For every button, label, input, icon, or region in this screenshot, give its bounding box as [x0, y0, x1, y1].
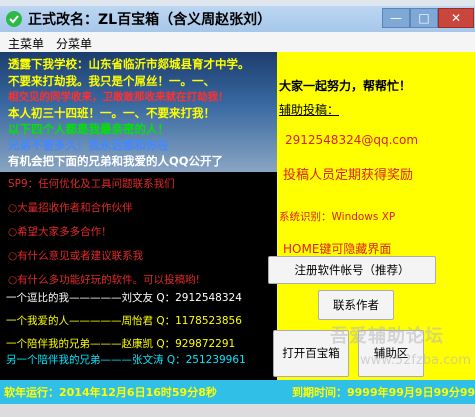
info-line: 以下四个人都是我最亲密的人！	[8, 122, 169, 136]
notice-item: ○希望大家多多合作！	[8, 226, 112, 238]
expire-time-text: 到期时间：9999年99月9日99分99	[292, 386, 475, 399]
window-bottom-edge	[0, 404, 475, 417]
friend-line: 一个陪伴我的兄弟———赵康凯 Q：929872291	[6, 338, 236, 350]
watermark-url: www.52fzba.com	[360, 353, 471, 368]
notice-item: ○有什么多功能好玩的软件。可以投稿哟!	[8, 274, 200, 286]
menu-main[interactable]: 主菜单	[8, 35, 44, 52]
status-bar: 软年运行：2014年12月6日16时59分8秒 到期时间：9999年99月9日9…	[0, 380, 475, 404]
contact-email[interactable]: 2912548324@qq.com	[285, 133, 418, 147]
app-logo-icon	[6, 11, 22, 27]
menu-bar: 主菜单 分菜单	[0, 32, 475, 52]
contact-author-button[interactable]: 联系作者	[318, 290, 394, 320]
forum-watermark: 吾爱辅助论坛	[330, 326, 444, 347]
slogan-text: 大家一起努力，帮帮忙！	[279, 79, 412, 93]
info-line: 兄弟不管多久！我永远都和你在	[8, 138, 169, 152]
hotkey-hint: HOME键可隐藏界面	[283, 242, 392, 256]
close-button[interactable]: ✕	[438, 8, 474, 28]
info-line: 不要来打劫我。我只是个屌丝！一。一、	[8, 74, 215, 88]
info-panel: 透露下我学校：山东省临沂市郯城县育才中学。 不要来打劫我。我只是个屌丝！一。一、…	[0, 52, 277, 380]
notice-item: ○大量招收作者和合作伙伴	[8, 202, 133, 214]
notice-item: SP9：任何优化及工具问题联系我们	[8, 178, 175, 190]
notice-item: ○有什么意见或者建议联系我	[8, 250, 144, 262]
contribute-label: 辅助投稿：	[279, 103, 340, 117]
info-line: 相交见的同学收来，卫敢敢那收来就在打劫我！	[8, 91, 229, 103]
window-title: 正式改名：ZL百宝箱（含义周赵张刘）	[28, 12, 272, 28]
menu-sub[interactable]: 分菜单	[56, 35, 92, 52]
register-account-button[interactable]: 注册软件帐号（推荐）	[268, 256, 436, 284]
info-line: 透露下我学校：山东省临沂市郯城县育才中学。	[8, 57, 250, 71]
friend-line: 另一个陪伴我的兄弟———张文涛 Q：251239961	[6, 354, 246, 366]
system-info: 系统识别：Windows XP	[279, 211, 396, 223]
maximize-button[interactable]: □	[410, 8, 438, 28]
info-line: 本人初三十四班！一。一、不要来打我！	[8, 106, 215, 120]
title-bar[interactable]: 正式改名：ZL百宝箱（含义周赵张刘） — □ ✕	[0, 6, 475, 32]
minimize-button[interactable]: —	[382, 8, 410, 28]
run-time-text: 软年运行：2014年12月6日16时59分8秒	[4, 386, 217, 399]
friend-line: 一个我爱的人—————周怡君 Q：1178523856	[6, 315, 242, 327]
info-line: 有机会把下面的兄弟和我爱的人QQ公开了	[8, 154, 224, 168]
reward-text: 投稿人员定期获得奖励	[283, 168, 414, 183]
friend-line: 一个逗比的我—————刘文友 Q：2912548324	[6, 292, 242, 304]
